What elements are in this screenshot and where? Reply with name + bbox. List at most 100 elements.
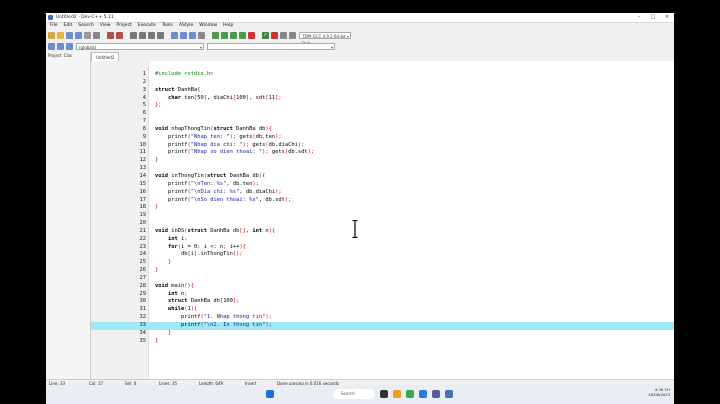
code-line[interactable]: 2	[91, 79, 674, 87]
compile-icon[interactable]	[212, 31, 219, 39]
scope-select[interactable]: (globals) ▾	[76, 42, 204, 50]
menu-project[interactable]: Project	[116, 22, 131, 29]
code-line[interactable]: 11 printf("Nhap so dien thoai: "); gets(…	[91, 149, 674, 157]
code-line[interactable]: 3 struct DanhBa{	[91, 87, 674, 95]
code-line[interactable]: 18}	[91, 204, 674, 212]
code-line[interactable]: 5};	[91, 102, 674, 110]
code-line[interactable]: 9 printf("Nhap ten: "); gets(db.ten);	[91, 134, 674, 142]
close-file-icon[interactable]	[84, 31, 91, 39]
tab-classes[interactable]: Clas	[64, 52, 72, 60]
member-select[interactable]: ▾	[207, 42, 335, 50]
code-line[interactable]: 33 printf("\n2. In thong tin");	[91, 322, 674, 330]
close-button[interactable]: ×	[660, 13, 674, 22]
code-line[interactable]: 25 }	[91, 259, 674, 267]
code-line[interactable]: 34 }	[91, 330, 674, 338]
add-file-icon[interactable]	[180, 31, 187, 39]
new-file-icon[interactable]	[48, 31, 55, 39]
menu-tools[interactable]: Tools	[162, 22, 173, 29]
compiler-select[interactable]: TDM-GCC 4.9.2 64-bit Debu ▾	[299, 31, 351, 46]
code-line[interactable]: 12}	[91, 157, 674, 165]
store-icon[interactable]	[432, 390, 440, 398]
code-line[interactable]: 28 void main(){	[91, 283, 674, 291]
run-icon[interactable]	[221, 31, 228, 39]
line-number: 13	[139, 165, 147, 172]
project-options-icon[interactable]	[198, 31, 205, 39]
menu-search[interactable]: Search	[78, 22, 93, 29]
code-line[interactable]: 24 db[i].inThongTin();	[91, 251, 674, 259]
open-file-icon[interactable]	[57, 31, 64, 39]
tab-project[interactable]: Project	[48, 52, 62, 60]
print-icon[interactable]	[93, 31, 100, 39]
code-line[interactable]: 15 printf("\nTen: %s", db.ten);	[91, 181, 674, 189]
toggle-bookmark-icon[interactable]	[57, 42, 64, 50]
start-icon[interactable]	[266, 390, 274, 398]
new-project-icon[interactable]	[171, 31, 178, 39]
code-line[interactable]: 30 struct DanhBa db[100];	[91, 298, 674, 306]
code-line[interactable]: 8 void nhapThongTin(struct DanhBa db){	[91, 126, 674, 134]
code-line[interactable]: 6	[91, 110, 674, 118]
chrome-icon[interactable]	[406, 390, 414, 398]
minimize-button[interactable]: –	[632, 13, 646, 22]
code-line[interactable]: 31 while(1){	[91, 306, 674, 314]
devcpp-taskbar-icon[interactable]	[445, 390, 453, 398]
save-all-icon[interactable]	[75, 31, 82, 39]
menu-edit[interactable]: Edit	[64, 22, 73, 29]
code-text: printf("\n2. In thong tin");	[155, 322, 272, 328]
code-line[interactable]: 29 int n;	[91, 291, 674, 299]
line-number: 16	[139, 188, 147, 195]
code-line[interactable]: 17 printf("\nSo dien thoai: %s", db.sdt)…	[91, 197, 674, 205]
debug-icon[interactable]	[271, 31, 278, 39]
code-line[interactable]: 13	[91, 165, 674, 173]
profile-icon[interactable]	[280, 31, 287, 39]
class-toolbar: (globals) ▾ ▾	[46, 41, 674, 51]
code-line[interactable]: 1 #include <stdio.h>	[91, 71, 674, 79]
menu-file[interactable]: File	[50, 22, 58, 29]
line-number: 7	[142, 118, 146, 125]
code-line[interactable]: 35}	[91, 338, 674, 346]
task-view-icon[interactable]	[380, 390, 388, 398]
find-next-icon[interactable]	[148, 31, 155, 39]
code-line[interactable]: 23 for(i = 0; i <; n; i++){	[91, 244, 674, 252]
file-explorer-icon[interactable]	[393, 390, 401, 398]
find-icon[interactable]	[130, 31, 137, 39]
line-number: 1	[142, 71, 146, 77]
code-line[interactable]: 7	[91, 118, 674, 126]
tab-untitled2[interactable]: Untitled2	[91, 52, 120, 61]
stop-icon[interactable]	[248, 31, 255, 39]
replace-icon[interactable]	[139, 31, 146, 39]
menu-view[interactable]: View	[100, 22, 111, 29]
code-line[interactable]: 4 char ten[50], diaChi[100], sdt[11];	[91, 95, 674, 103]
code-line[interactable]: 19	[91, 212, 674, 220]
goto-line-icon[interactable]	[157, 31, 164, 39]
taskbar-search[interactable]: Search	[333, 389, 375, 399]
code-line[interactable]: 16 printf("\nDia chi: %s", db.diaChi);	[91, 189, 674, 197]
menu-window[interactable]: Window	[199, 22, 217, 29]
menu-execute[interactable]: Execute	[138, 22, 156, 29]
compile-run-icon[interactable]	[230, 31, 237, 39]
check-syntax-icon[interactable]: ✓	[262, 31, 269, 39]
code-line[interactable]: 26}	[91, 267, 674, 275]
maximize-button[interactable]: □	[646, 13, 660, 22]
code-line[interactable]: 21 void inDS(struct DanhBa db[], int n){	[91, 228, 674, 236]
delete-profile-icon[interactable]	[289, 31, 296, 39]
line-number: 20	[139, 220, 147, 227]
rebuild-icon[interactable]	[239, 31, 246, 39]
code-line[interactable]: 10 printf("Nhap dia chi: "); gets(db.dia…	[91, 142, 674, 150]
edge-icon[interactable]	[419, 390, 427, 398]
system-tray-clock[interactable]: 4:30 CH 18/06/2023	[648, 387, 670, 397]
code-line[interactable]: 32 printf("1. Nhap thong tin");	[91, 314, 674, 322]
code-line[interactable]: 27	[91, 275, 674, 283]
save-icon[interactable]	[66, 31, 73, 39]
code-line[interactable]: 14 void inThongTin(struct DanhBa db){	[91, 173, 674, 181]
menu-astyle[interactable]: AStyle	[179, 22, 193, 29]
code-text: }	[155, 337, 159, 344]
menu-help[interactable]: Help	[223, 22, 233, 29]
goto-bookmark-icon[interactable]	[66, 42, 73, 50]
code-line[interactable]: 22 int i;	[91, 236, 674, 244]
redo-icon[interactable]	[116, 31, 123, 39]
code-line[interactable]: 20	[91, 220, 674, 228]
remove-file-icon[interactable]	[189, 31, 196, 39]
undo-icon[interactable]	[107, 31, 114, 39]
code-editor[interactable]: 1 #include <stdio.h> 2 3 struct DanhBa{4 cha…	[91, 61, 674, 382]
insert-icon[interactable]	[48, 42, 55, 50]
